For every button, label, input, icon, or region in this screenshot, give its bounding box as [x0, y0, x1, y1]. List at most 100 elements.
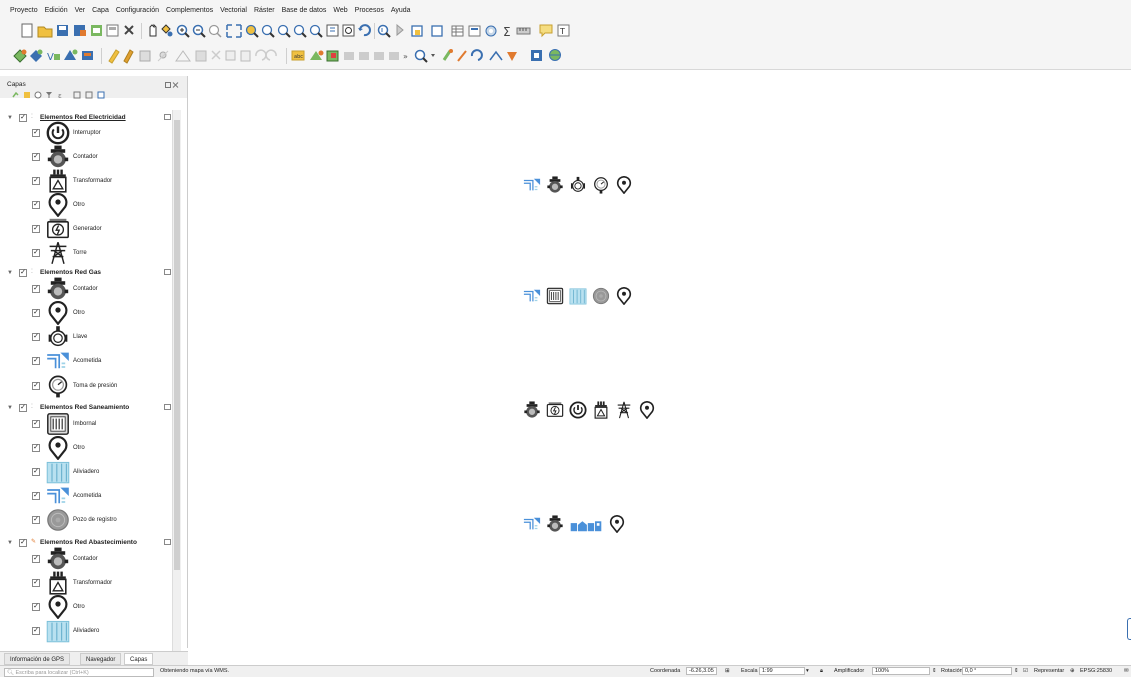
- rotation-field[interactable]: 0,0 °: [962, 667, 1012, 675]
- rotate-label-icon[interactable]: [374, 52, 384, 60]
- tab-gps-info[interactable]: Información de GPS: [4, 653, 71, 665]
- layer-checkbox[interactable]: ✓: [32, 420, 40, 428]
- layer-checkbox[interactable]: ✓: [32, 309, 40, 317]
- scale-field[interactable]: 1:99: [759, 667, 805, 675]
- georeferencer-icon[interactable]: [489, 50, 503, 61]
- layer-checkbox[interactable]: ✓: [32, 285, 40, 293]
- collapse-arrow-icon[interactable]: ▼: [7, 540, 13, 546]
- action-icon[interactable]: [396, 23, 404, 37]
- more-labels-icon[interactable]: »: [403, 52, 408, 61]
- layer-checkbox[interactable]: ✓: [32, 177, 40, 185]
- menu-capa[interactable]: Capa: [92, 7, 109, 14]
- layer-item-acometida[interactable]: ✓ Acometida: [0, 484, 180, 508]
- layer-item-contador[interactable]: ✓ Contador: [0, 277, 180, 301]
- coordinate-field[interactable]: -6.26,3.05: [686, 667, 717, 675]
- open-attribute-table-icon[interactable]: [451, 25, 464, 37]
- scale-dropdown-icon[interactable]: ▾: [806, 668, 809, 674]
- dropdown-arrow-icon[interactable]: [431, 54, 435, 57]
- layer-item-otro[interactable]: ✓ Otro: [0, 301, 180, 325]
- magnifier-field[interactable]: 100%: [872, 667, 930, 675]
- power-tower-icon[interactable]: [614, 401, 634, 419]
- location-pin-icon[interactable]: [637, 401, 657, 419]
- generator-icon[interactable]: [545, 401, 565, 419]
- menu-complementos[interactable]: Complementos: [166, 7, 213, 14]
- map-canvas[interactable]: [188, 76, 1131, 665]
- menu-procesos[interactable]: Procesos: [355, 7, 384, 14]
- meter-icon[interactable]: [522, 401, 542, 419]
- new-map-view-icon[interactable]: [326, 24, 339, 37]
- statistical-summary-icon[interactable]: Σ: [503, 25, 511, 39]
- style-manager-icon[interactable]: [124, 25, 134, 35]
- layer-item-interruptor[interactable]: ✓ Interruptor: [0, 121, 180, 145]
- collapse-all-icon[interactable]: [85, 91, 93, 99]
- valve-icon[interactable]: [568, 176, 588, 194]
- group-checkbox[interactable]: ✓: [19, 539, 27, 547]
- layer-checkbox[interactable]: ✓: [32, 492, 40, 500]
- menu-proyecto[interactable]: Proyecto: [10, 7, 38, 14]
- menu-raster[interactable]: Ráster: [254, 7, 275, 14]
- copy-features-icon[interactable]: [225, 50, 236, 61]
- text-annotation-icon[interactable]: T: [557, 24, 570, 37]
- zoom-last-icon[interactable]: [293, 24, 307, 38]
- add-group-icon[interactable]: [24, 92, 30, 98]
- add-wms-icon[interactable]: [82, 51, 93, 60]
- layer-checkbox[interactable]: ✓: [32, 579, 40, 587]
- collapse-arrow-icon[interactable]: ▼: [7, 405, 13, 411]
- menu-base-de-datos[interactable]: Base de datos: [282, 7, 327, 14]
- help-icon[interactable]: [531, 50, 542, 61]
- zoom-next-icon[interactable]: [309, 24, 323, 38]
- layer-item-contador[interactable]: ✓ Contador: [0, 547, 180, 571]
- move-label-icon[interactable]: [359, 52, 369, 60]
- open-layer-styling-icon[interactable]: [12, 91, 19, 98]
- map-tips-icon[interactable]: [539, 24, 553, 38]
- layers-scrollbar-thumb[interactable]: [174, 120, 180, 570]
- layer-checkbox[interactable]: ✓: [32, 249, 40, 257]
- menu-edicion[interactable]: Edición: [45, 7, 68, 14]
- globe-icon[interactable]: [549, 49, 561, 61]
- rotate-feature-icon[interactable]: [470, 49, 483, 61]
- change-label-icon[interactable]: [389, 52, 399, 60]
- add-point-icon[interactable]: [157, 50, 169, 62]
- layer-checkbox[interactable]: ✓: [32, 555, 40, 563]
- layer-item-transformador[interactable]: ✓ Transformador: [0, 571, 180, 595]
- layer-item-toma-de-presion[interactable]: ✓ Toma de presión: [0, 374, 180, 398]
- menu-ver[interactable]: Ver: [75, 7, 86, 14]
- zoom-full-icon[interactable]: [226, 24, 242, 38]
- filter-legend-icon[interactable]: [46, 92, 52, 98]
- pencil-icon[interactable]: [457, 50, 467, 62]
- identify-icon[interactable]: [377, 24, 391, 38]
- deselect-icon[interactable]: [431, 25, 443, 37]
- layer-checkbox[interactable]: ✓: [32, 201, 40, 209]
- layer-checkbox[interactable]: ✓: [32, 516, 40, 524]
- labeling-icon[interactable]: abc: [291, 50, 305, 61]
- highlight-labels-icon[interactable]: [344, 52, 354, 60]
- crs-button[interactable]: EPSG:25830: [1080, 668, 1112, 674]
- cut-features-icon[interactable]: [211, 50, 221, 60]
- remove-layer-icon[interactable]: [97, 91, 105, 99]
- undo-icon[interactable]: [255, 49, 267, 61]
- layer-item-aliviadero[interactable]: ✓ Aliviadero: [0, 619, 180, 643]
- zoom-to-selection-icon[interactable]: [245, 24, 259, 38]
- refresh-icon[interactable]: [358, 24, 371, 37]
- layer-item-acometida[interactable]: ✓ Acometida: [0, 349, 180, 373]
- panel-float-close-icon[interactable]: [165, 82, 179, 90]
- add-postgis-icon[interactable]: [64, 49, 78, 61]
- current-edits-icon[interactable]: [123, 49, 134, 64]
- meter-icon[interactable]: [545, 515, 565, 533]
- tab-navegador[interactable]: Navegador: [80, 653, 122, 665]
- add-vector-layer-icon[interactable]: [13, 49, 27, 63]
- layer-item-otro[interactable]: ✓ Otro: [0, 436, 180, 460]
- pipe-connection-icon[interactable]: [522, 176, 542, 194]
- locator-search-input[interactable]: 🔍︎ Escriba para localizar (Ctrl+K): [4, 668, 154, 677]
- transformer-icon[interactable]: [591, 401, 611, 419]
- layer-checkbox[interactable]: ✓: [32, 627, 40, 635]
- field-calculator-icon[interactable]: [468, 25, 481, 37]
- menu-configuracion[interactable]: Configuración: [116, 7, 159, 14]
- tab-capas[interactable]: Capas: [124, 653, 154, 665]
- toggle-editing-icon[interactable]: [108, 49, 120, 64]
- manage-map-themes-icon[interactable]: [34, 91, 42, 99]
- location-pin-icon[interactable]: [614, 287, 634, 305]
- crs-globe-icon[interactable]: ⊕: [1070, 668, 1075, 674]
- zoom-to-layer-icon[interactable]: [261, 24, 275, 38]
- processing-toolbox-icon[interactable]: [485, 25, 497, 37]
